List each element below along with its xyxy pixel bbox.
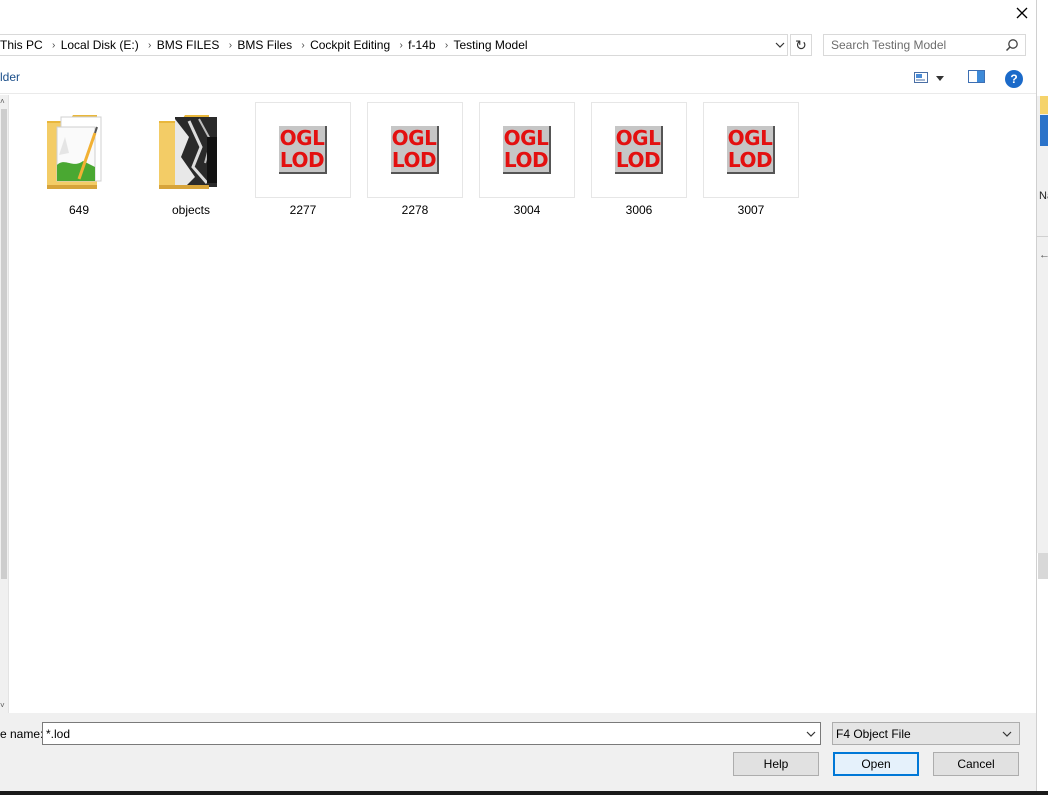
item-label: 3007 [737, 203, 765, 217]
lod-text: LOD [279, 148, 325, 172]
close-button[interactable] [1006, 0, 1038, 26]
search-icon[interactable] [1005, 38, 1019, 52]
item-label: 649 [68, 203, 90, 217]
file-type-selected: F4 Object File [836, 726, 911, 741]
background-ribbon-tab [1040, 96, 1048, 114]
folder-item-objects[interactable]: objects [143, 102, 239, 218]
lod-text: LOD [503, 148, 549, 172]
background-column-header: Na [1039, 190, 1048, 202]
item-label: 2278 [401, 203, 429, 217]
ogl-text: OGL [615, 126, 661, 150]
address-history-dropdown[interactable] [772, 35, 788, 55]
ogl-text: OGL [727, 126, 773, 150]
chevron-right-icon[interactable]: › [296, 40, 310, 51]
search-box[interactable] [823, 34, 1026, 56]
chevron-right-icon[interactable]: › [47, 40, 61, 51]
lod-file-item-3007[interactable]: OGL LOD 3007 [703, 102, 799, 218]
item-label: objects [171, 203, 211, 217]
ogl-text: OGL [503, 126, 549, 150]
command-toolbar: lder ? [0, 62, 1036, 94]
lod-text: LOD [391, 148, 437, 172]
lod-text: LOD [727, 148, 773, 172]
ogl-lod-file-icon: OGL LOD [591, 102, 687, 198]
background-scroll-thumb [1038, 553, 1048, 579]
search-input[interactable] [824, 35, 994, 55]
crumb-testing-model[interactable]: Testing Model [454, 35, 532, 55]
file-name-label: e name: [0, 727, 44, 741]
ogl-text: OGL [279, 126, 325, 150]
chevron-down-icon [1002, 731, 1012, 737]
item-label: 3004 [513, 203, 541, 217]
help-icon[interactable]: ? [1005, 70, 1023, 88]
address-bar[interactable]: This PC › Local Disk (E:) › BMS FILES › … [0, 34, 788, 56]
chevron-right-icon[interactable]: › [223, 40, 237, 51]
lod-file-item-2277[interactable]: OGL LOD 2277 [255, 102, 351, 218]
file-type-select[interactable]: F4 Object File [832, 722, 1020, 745]
open-button[interactable]: Open [833, 752, 919, 776]
item-label: 2277 [289, 203, 317, 217]
open-file-dialog: This PC › Local Disk (E:) › BMS FILES › … [0, 0, 1036, 795]
scroll-down-arrow-icon[interactable]: ˅ [0, 701, 5, 710]
crumb-cockpit-editing[interactable]: Cockpit Editing [310, 35, 394, 55]
arrow-left-icon: ← [1039, 249, 1048, 261]
chevron-down-icon [775, 42, 785, 48]
breadcrumb: This PC › Local Disk (E:) › BMS FILES › … [0, 35, 532, 55]
ogl-lod-file-icon: OGL LOD [255, 102, 351, 198]
file-name-combobox[interactable] [42, 722, 821, 745]
crumb-this-pc[interactable]: This PC [0, 35, 47, 55]
view-menu-icon [914, 72, 928, 83]
background-window-top [1037, 0, 1048, 96]
background-ribbon-button [1040, 115, 1048, 146]
ogl-text: OGL [391, 126, 437, 150]
change-view-button[interactable] [914, 70, 950, 86]
lod-file-item-2278[interactable]: OGL LOD 2278 [367, 102, 463, 218]
help-button[interactable]: Help [733, 752, 819, 776]
background-divider [1037, 236, 1048, 237]
close-icon [1016, 7, 1028, 19]
ogl-lod-file-icon: OGL LOD [367, 102, 463, 198]
ogl-lod-file-icon: OGL LOD [479, 102, 575, 198]
background-window-edge: Na ← [1036, 0, 1048, 795]
scroll-up-arrow-icon[interactable]: ˄ [0, 97, 5, 106]
chevron-right-icon[interactable]: › [440, 40, 454, 51]
dialog-footer: e name: F4 Object File Help Open Cancel [0, 713, 1036, 795]
chevron-right-icon[interactable]: › [394, 40, 408, 51]
lod-file-item-3006[interactable]: OGL LOD 3006 [591, 102, 687, 218]
new-folder-button[interactable]: lder [0, 70, 20, 84]
cancel-button[interactable]: Cancel [933, 752, 1019, 776]
item-label: 3006 [625, 203, 653, 217]
crumb-f-14b[interactable]: f-14b [408, 35, 439, 55]
crumb-bms-files[interactable]: BMS Files [237, 35, 296, 55]
preview-pane-icon [968, 70, 985, 83]
lod-text: LOD [615, 148, 661, 172]
navigation-pane: ˄ ˅ [0, 95, 9, 713]
file-list-view[interactable]: 649 objects OGL LOD 2277 OGL LOD 2278 OG… [10, 95, 1036, 713]
caret-down-icon [936, 75, 944, 81]
background-window-body [1037, 553, 1048, 795]
refresh-icon: ↻ [795, 36, 807, 53]
file-name-input[interactable] [43, 723, 793, 744]
file-name-dropdown[interactable] [805, 727, 817, 741]
folder-with-images-icon [143, 102, 239, 198]
crumb-local-disk[interactable]: Local Disk (E:) [61, 35, 143, 55]
chevron-down-icon [806, 731, 816, 737]
folder-item-649[interactable]: 649 [31, 102, 127, 218]
taskbar-edge [0, 791, 1048, 795]
lod-file-item-3004[interactable]: OGL LOD 3004 [479, 102, 575, 218]
folder-with-images-icon [31, 102, 127, 198]
ogl-lod-file-icon: OGL LOD [703, 102, 799, 198]
nav-scrollbar-thumb[interactable] [1, 109, 7, 579]
crumb-bms-files-root[interactable]: BMS FILES [157, 35, 224, 55]
refresh-button[interactable]: ↻ [790, 34, 812, 56]
preview-pane-button[interactable] [968, 70, 986, 86]
chevron-right-icon[interactable]: › [143, 40, 157, 51]
